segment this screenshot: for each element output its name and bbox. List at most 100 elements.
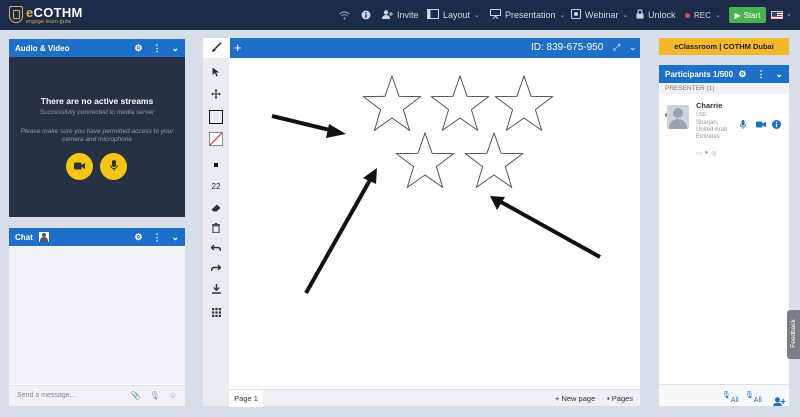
stroke-width-tool[interactable] xyxy=(206,156,226,174)
invite-button[interactable]: Invite xyxy=(382,0,419,30)
chevron-down-icon[interactable]: ⌄ xyxy=(786,10,792,18)
download-button[interactable] xyxy=(206,281,226,299)
camera-icon xyxy=(74,162,85,172)
camera-button[interactable] xyxy=(66,153,93,180)
presenter-section-label: PRESENTER (1) xyxy=(659,83,789,94)
room-id: ID: 839-675-950 xyxy=(531,42,604,53)
microphone-button[interactable] xyxy=(100,153,127,180)
pages-icon: ▪ xyxy=(607,394,610,403)
dot-icon xyxy=(214,163,218,167)
brand-tagline: engage-learn-grow xyxy=(26,19,72,25)
participant-meta: USE xyxy=(696,112,707,118)
drag-handle-icon[interactable]: ⋮ xyxy=(756,69,765,80)
shape-tool[interactable] xyxy=(206,108,226,126)
participant-devices: ▭ ● ◎ xyxy=(696,150,717,157)
ecothm-logo[interactable]: eCOTHM engage-learn-grow xyxy=(9,4,82,26)
feedback-tab[interactable]: Feedback xyxy=(787,310,800,359)
top-bar: eCOTHM engage-learn-grow Invite Layout ⌄… xyxy=(0,0,800,30)
presentation-icon xyxy=(490,9,501,21)
participant-info-button[interactable] xyxy=(772,120,781,131)
layout-dropdown[interactable]: Layout ⌄ xyxy=(427,0,480,30)
undo-button[interactable] xyxy=(206,240,226,258)
unlock-button[interactable]: Unlock xyxy=(636,0,676,30)
eraser-tool[interactable] xyxy=(206,200,226,218)
rec-dropdown[interactable]: REC ⌄ xyxy=(685,0,721,30)
chevron-down-icon: ⌄ xyxy=(714,12,721,19)
chat-header: Chat ⚙ ⋮ ⌄ xyxy=(9,228,185,246)
permission-note: Please make sure you have permitted acce… xyxy=(20,128,174,143)
drawing-layer[interactable] xyxy=(229,58,640,389)
microphone-icon[interactable]: 🎙 xyxy=(150,391,160,400)
star-shape-1[interactable] xyxy=(362,74,422,132)
participant-location: Sharjah, United Arab Emirates xyxy=(696,120,728,140)
camera-icon xyxy=(756,120,766,130)
color-picker[interactable] xyxy=(206,131,226,149)
audio-video-header: Audio & Video ⚙ ⋮ ⌄ xyxy=(9,39,185,57)
add-tab-button[interactable]: + xyxy=(234,40,242,55)
chat-panel: Chat ⚙ ⋮ ⌄ Send a message... 📎 🎙 ☺ xyxy=(9,228,185,406)
us-flag-icon[interactable] xyxy=(771,11,783,19)
chat-messages[interactable] xyxy=(9,246,185,384)
move-icon xyxy=(211,89,221,101)
brush-icon xyxy=(211,41,222,55)
font-size-tool[interactable]: 22 xyxy=(206,177,226,195)
presentation-dropdown[interactable]: Presentation ⌄ xyxy=(490,0,565,30)
wifi-icon[interactable] xyxy=(339,0,350,30)
drag-handle-icon[interactable]: ⋮ xyxy=(152,232,161,243)
gear-icon[interactable]: ⚙ xyxy=(738,69,746,80)
cursor-icon xyxy=(212,67,220,79)
participants-panel: Participants 1/500 ⚙ ⋮ ⌄ PRESENTER (1) C… xyxy=(659,65,789,406)
new-page-button[interactable]: + New page xyxy=(555,394,595,403)
star-shape-5[interactable] xyxy=(464,131,524,189)
participant-camera-button[interactable] xyxy=(756,120,766,130)
eraser-icon xyxy=(211,204,221,214)
layout-icon xyxy=(427,9,439,21)
gear-icon[interactable]: ⚙ xyxy=(134,43,142,54)
chevron-down-icon[interactable]: ⌄ xyxy=(171,232,179,243)
emoji-icon[interactable]: ☺ xyxy=(169,391,177,400)
color-swatch-icon xyxy=(209,132,223,148)
whiteboard-tabbar: + ID: 839-675-950 ⤢ ⌄ xyxy=(203,38,640,58)
arrow-1 xyxy=(271,114,346,138)
chat-input-bar[interactable]: Send a message... 📎 🎙 ☺ xyxy=(9,385,185,406)
chat-input[interactable]: Send a message... xyxy=(17,392,75,399)
browser-icon: ◎ xyxy=(711,151,717,157)
stars-group xyxy=(362,74,554,189)
participants-footer: 🎙 All 🎙 All xyxy=(659,384,789,406)
webinar-dropdown[interactable]: Webinar ⌄ xyxy=(571,0,628,30)
redo-icon xyxy=(210,264,222,274)
star-shape-3[interactable] xyxy=(494,74,554,132)
whiteboard-tab[interactable] xyxy=(203,38,230,58)
chevron-down-icon[interactable]: ⌄ xyxy=(629,42,637,53)
mute-all-button[interactable]: 🎙 All xyxy=(722,391,739,404)
clear-tool[interactable] xyxy=(206,220,226,238)
info-icon[interactable] xyxy=(361,0,371,30)
chevron-down-icon: ⌄ xyxy=(622,12,629,19)
drag-handle-icon[interactable]: ⋮ xyxy=(152,43,161,54)
camera-all-button[interactable]: 🎙 All xyxy=(745,391,762,404)
fullscreen-icon[interactable]: ⤢ xyxy=(613,42,620,53)
attachment-icon[interactable]: 📎 xyxy=(131,391,141,400)
start-button[interactable]: ▶ Start xyxy=(729,7,766,23)
add-user-icon xyxy=(382,9,393,21)
page-tab[interactable]: Page 1 xyxy=(229,390,263,407)
whiteboard-toolbar: 22 xyxy=(203,58,229,406)
participant-name: Charrie xyxy=(696,101,723,110)
move-tool[interactable] xyxy=(206,86,226,104)
star-shape-2[interactable] xyxy=(430,74,490,132)
eclassroom-label: eClassroom | COTHM Dubai xyxy=(659,38,789,55)
pointer-tool[interactable] xyxy=(206,64,226,82)
star-shape-4[interactable] xyxy=(395,131,455,189)
webinar-icon xyxy=(571,9,581,21)
download-icon xyxy=(211,284,221,296)
grid-tool[interactable] xyxy=(206,304,226,322)
whiteboard-footer: Page 1 + New page ▪ Pages xyxy=(229,389,640,407)
redo-button[interactable] xyxy=(206,260,226,278)
participant-mic-button[interactable] xyxy=(740,120,746,131)
whiteboard-canvas[interactable] xyxy=(229,58,640,389)
pages-button[interactable]: ▪ Pages xyxy=(607,394,633,403)
chevron-down-icon[interactable]: ⌄ xyxy=(775,69,783,80)
chevron-down-icon[interactable]: ⌄ xyxy=(171,43,179,54)
gear-icon[interactable]: ⚙ xyxy=(134,232,142,243)
trash-icon xyxy=(212,223,220,235)
